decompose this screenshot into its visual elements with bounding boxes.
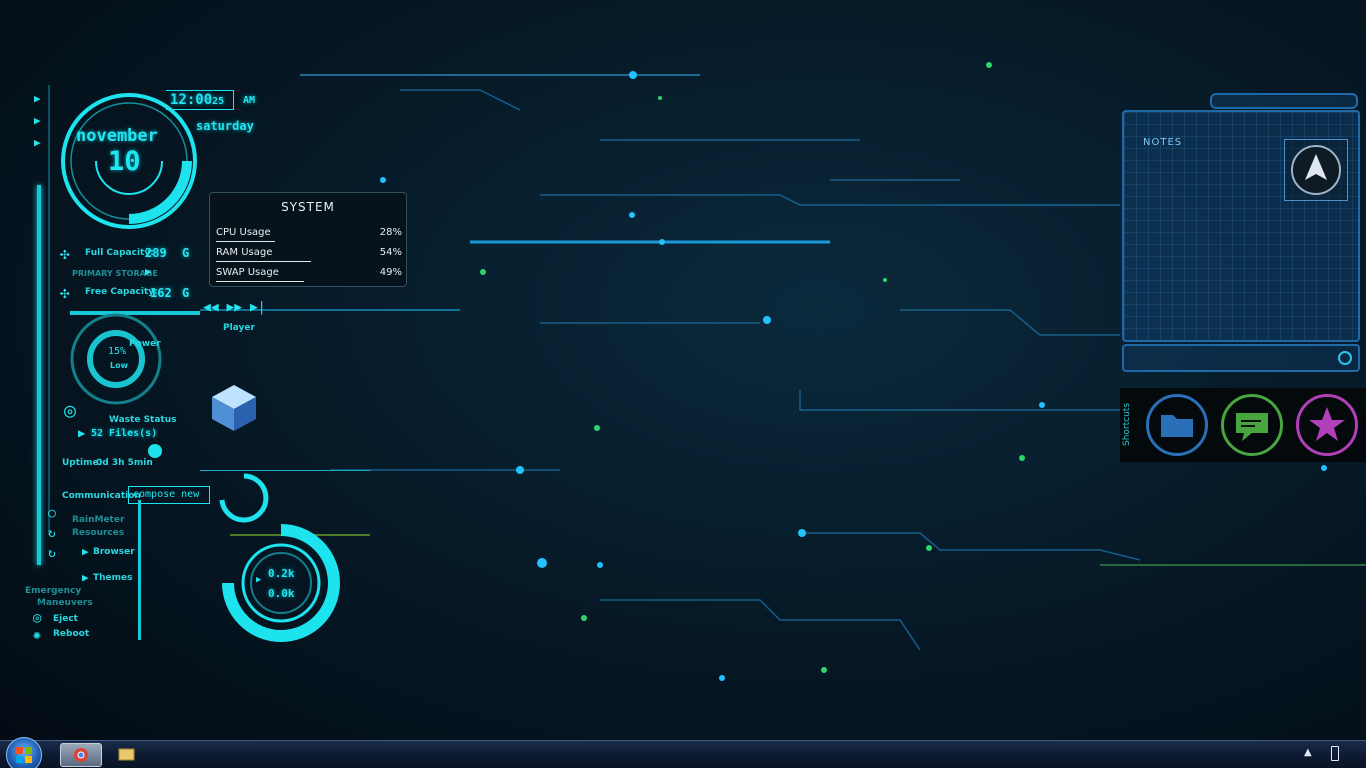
clock-day: 10 — [108, 146, 141, 177]
taskbar: ▲ — [0, 737, 1366, 768]
system-panel: SYSTEM CPU Usage 28% RAM Usage 54% SWAP … — [209, 192, 407, 287]
start-button[interactable] — [6, 737, 42, 768]
system-row-bar — [216, 241, 276, 242]
clock-time-hm: 12:00 — [170, 92, 213, 108]
waste-arrow-icon[interactable]: ▶ — [78, 426, 85, 440]
full-capacity-label: Full Capacity: — [85, 248, 154, 258]
system-row-bar — [216, 281, 305, 282]
player-controls: ◀◀ ▶▶ ▶| — [203, 300, 266, 315]
clock-weekday: saturday — [196, 119, 254, 133]
system-row-value: 54% — [379, 247, 402, 258]
clock-month: november — [76, 126, 158, 146]
themes-link[interactable]: Themes — [93, 573, 133, 583]
chat-icon — [1236, 413, 1268, 441]
primary-storage-arrow-icon[interactable]: ▶ — [145, 265, 152, 278]
rainmeter-link[interactable]: RainMeter — [72, 515, 124, 525]
system-row-swap: SWAP Usage 49% — [216, 267, 402, 282]
system-row-bar — [216, 261, 312, 262]
cube-desktop-icon[interactable] — [208, 383, 260, 433]
free-capacity-value: 162 — [150, 286, 172, 300]
system-row-cpu: CPU Usage 28% — [216, 227, 402, 242]
reboot-button[interactable]: Reboot — [53, 629, 89, 639]
system-title: SYSTEM — [281, 200, 335, 214]
target-icon: ◎ — [64, 398, 77, 422]
skip-icon[interactable]: ▶| — [250, 300, 266, 315]
system-row-value: 28% — [379, 227, 402, 238]
clock-time: 12:0025 — [170, 92, 224, 108]
emergency-label: Emergency — [25, 586, 82, 596]
notes-avatar — [1284, 139, 1348, 201]
power-state: Low — [110, 361, 128, 370]
clock-ampm: AM — [243, 95, 256, 106]
explorer-taskbar-button[interactable] — [106, 743, 148, 767]
clock-seconds: 25 — [212, 96, 225, 107]
fan-icon: ✣ — [60, 244, 70, 263]
power-label: Power — [129, 339, 161, 349]
chat-shortcut-button[interactable] — [1221, 394, 1283, 456]
network-up: 0.2k — [268, 567, 295, 580]
vertical-bar — [138, 500, 141, 640]
reboot-icon: ✺ — [33, 628, 41, 643]
waste-files: 52 Files(s) — [91, 428, 158, 439]
divider — [200, 470, 370, 471]
system-row-value: 49% — [379, 267, 402, 278]
rewind-icon[interactable]: ◀◀ — [203, 300, 219, 315]
shortcuts-label: Shortcuts — [1122, 402, 1132, 446]
emblem-icon — [1291, 145, 1341, 195]
comm-arc — [219, 473, 269, 523]
browser-arrow-icon: ▶ — [82, 545, 89, 558]
browser-link[interactable]: Browser — [93, 547, 135, 557]
link-icons: ○ ↻ ↻ — [48, 506, 56, 561]
star-icon — [1309, 407, 1345, 441]
tray-expand-icon[interactable]: ▲ — [1304, 747, 1312, 758]
uptime-value: 0d 3h 5min — [96, 458, 153, 468]
shortcuts-dock: Shortcuts — [1120, 388, 1366, 462]
free-capacity-unit: G — [182, 286, 190, 300]
windows-logo-icon — [16, 747, 32, 763]
full-capacity-unit: G — [182, 246, 190, 260]
chrome-taskbar-button[interactable] — [60, 743, 102, 767]
power-percent: 15% — [108, 346, 127, 357]
fan-icon-2: ✣ — [60, 283, 70, 302]
hud-arrows: ▶ ▶ ▶ — [34, 92, 41, 149]
folder-shortcut-button[interactable] — [1146, 394, 1208, 456]
player-label: Player — [223, 323, 255, 333]
battery-icon[interactable] — [1331, 746, 1339, 761]
hud-rail — [37, 185, 41, 565]
resources-link[interactable]: Resources — [72, 528, 124, 538]
notes-panel[interactable]: NOTES — [1122, 110, 1360, 342]
waste-label: Waste Status — [109, 415, 177, 425]
full-capacity-value: 289 — [145, 246, 167, 260]
notes-input[interactable] — [1122, 344, 1360, 372]
system-row-label: SWAP Usage — [216, 267, 279, 278]
star-shortcut-button[interactable] — [1296, 394, 1358, 456]
notes-settings-icon[interactable] — [1338, 351, 1352, 365]
network-arrow-icon: ▶ — [256, 575, 262, 585]
notes-title: NOTES — [1143, 137, 1183, 148]
maneuvers-label: Maneuvers — [37, 598, 93, 608]
eject-button[interactable]: Eject — [53, 614, 78, 624]
eject-icon: ◎ — [33, 610, 42, 626]
folder-icon — [1161, 415, 1193, 437]
network-ring — [222, 524, 340, 642]
system-row-label: CPU Usage — [216, 227, 271, 238]
themes-arrow-icon: ▶ — [82, 571, 89, 584]
fast-forward-icon[interactable]: ▶▶ — [226, 300, 242, 315]
folder-icon — [118, 748, 135, 761]
chrome-icon — [74, 748, 88, 762]
hud-rail-thin — [48, 85, 50, 535]
network-down: 0.0k — [268, 587, 295, 600]
free-capacity-label: Free Capacity: — [85, 287, 158, 297]
notes-tab — [1210, 93, 1358, 109]
waste-indicator — [148, 444, 162, 458]
system-row-ram: RAM Usage 54% — [216, 247, 402, 262]
system-row-label: RAM Usage — [216, 247, 273, 258]
